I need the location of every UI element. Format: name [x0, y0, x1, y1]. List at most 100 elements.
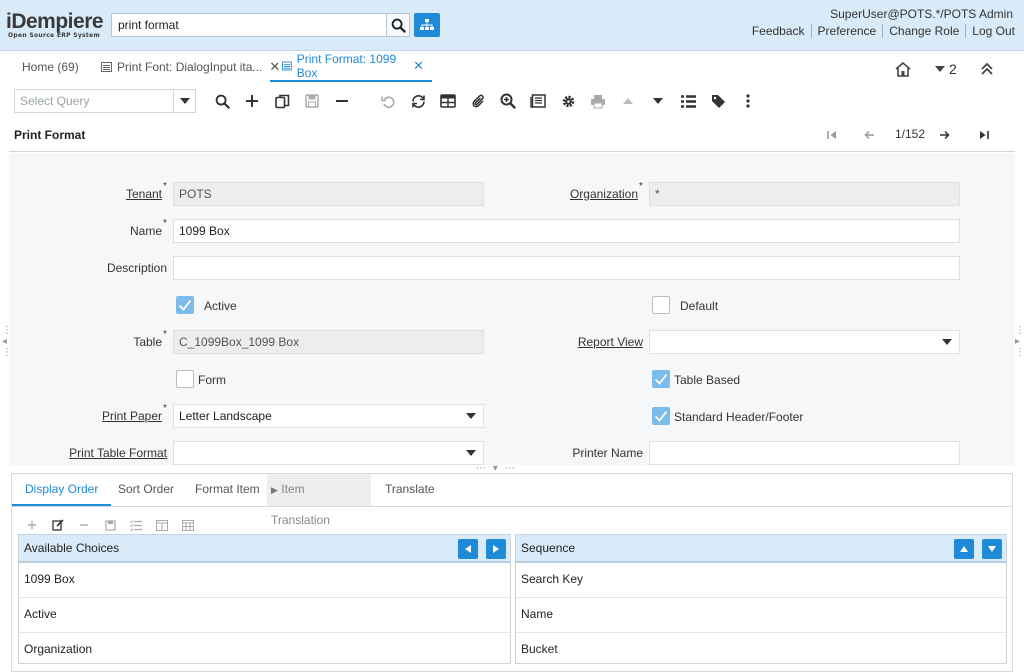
tab-sort-order[interactable]: Sort Order: [105, 474, 187, 506]
previous-record-button[interactable]: [864, 130, 875, 140]
refresh-button[interactable]: [408, 91, 428, 111]
process-button[interactable]: [558, 91, 578, 111]
close-icon[interactable]: ✕: [413, 58, 424, 74]
report-view-label[interactable]: Report View: [578, 335, 643, 349]
tab-print-font[interactable]: Print Font: DialogInput ita... ✕: [99, 52, 280, 82]
report-icon: [530, 94, 546, 108]
print-paper-dropdown[interactable]: [459, 405, 483, 427]
window-list-dropdown[interactable]: 2: [934, 59, 957, 79]
print-table-format-dropdown[interactable]: [459, 442, 483, 464]
organization-label[interactable]: Organization: [570, 187, 638, 201]
detail-edit-button[interactable]: [51, 518, 65, 532]
detail-process-button[interactable]: [129, 518, 143, 532]
first-record-button[interactable]: [827, 130, 837, 140]
change-role-link[interactable]: Change Role: [883, 24, 967, 38]
idempiere-logo[interactable]: iDempiere Open Source ERP System: [6, 11, 108, 39]
table-based-checkbox[interactable]: [652, 370, 670, 388]
query-placeholder: Select Query: [20, 94, 90, 108]
detail-form-toggle[interactable]: [155, 518, 169, 532]
minus-icon: [80, 524, 88, 526]
grid-toggle-button[interactable]: [438, 91, 458, 111]
active-label: Active: [204, 299, 237, 313]
list-item[interactable]: Active: [19, 598, 510, 633]
list-item[interactable]: Name: [516, 598, 1006, 633]
tenant-label[interactable]: Tenant: [126, 187, 162, 201]
more-options-button[interactable]: [738, 91, 758, 111]
detail-delete-button[interactable]: [77, 518, 91, 532]
active-checkbox[interactable]: [176, 296, 194, 314]
report-button[interactable]: [528, 91, 548, 111]
menu-tree-button[interactable]: [414, 13, 440, 37]
report-view-dropdown[interactable]: [935, 331, 959, 353]
move-up-button[interactable]: [954, 539, 974, 559]
window-toolbar: Select Query: [0, 86, 1024, 118]
preference-link[interactable]: Preference: [812, 24, 884, 38]
list-item[interactable]: Search Key: [516, 563, 1006, 598]
tab-home[interactable]: Home (69): [11, 52, 90, 82]
tab-translate[interactable]: Translate: [372, 474, 448, 506]
organization-field[interactable]: *: [649, 182, 960, 206]
move-right-button[interactable]: [486, 539, 506, 559]
new-record-button[interactable]: [242, 91, 262, 111]
tab-print-format[interactable]: Print Format: 1099 Box ✕: [270, 52, 432, 82]
global-search-input[interactable]: print format: [111, 13, 387, 37]
window-tabs: Home (69) Print Font: DialogInput ita...…: [0, 52, 1024, 84]
detail-grid-toggle[interactable]: [181, 518, 195, 532]
save-button[interactable]: [302, 91, 322, 111]
print-paper-label[interactable]: Print Paper: [102, 409, 162, 423]
list-item[interactable]: Bucket: [516, 633, 1006, 663]
move-down-button[interactable]: [982, 539, 1002, 559]
find-button[interactable]: [212, 91, 232, 111]
tag-icon: [711, 94, 725, 108]
list-button[interactable]: [678, 91, 698, 111]
standard-header-footer-checkbox[interactable]: [652, 407, 670, 425]
delete-button[interactable]: [332, 91, 352, 111]
print-button[interactable]: [588, 91, 608, 111]
detail-record-button[interactable]: [648, 91, 668, 111]
report-view-select[interactable]: [649, 330, 960, 354]
form-checkbox[interactable]: [176, 370, 194, 388]
feedback-link[interactable]: Feedback: [746, 24, 812, 38]
next-record-button[interactable]: [939, 130, 950, 140]
table-icon: [182, 519, 194, 531]
zoom-across-button[interactable]: [498, 91, 518, 111]
tab-item-translation[interactable]: ▶ Item Translation: [267, 474, 371, 527]
print-table-format-label[interactable]: Print Table Format: [69, 446, 167, 460]
window-title-bar: Print Format 1/152: [9, 121, 1015, 152]
logout-link[interactable]: Log Out: [966, 24, 1015, 38]
undo-button[interactable]: [378, 91, 398, 111]
default-checkbox[interactable]: [652, 296, 670, 314]
undo-icon: [380, 95, 394, 108]
last-page-icon: [980, 131, 989, 139]
description-field[interactable]: [173, 256, 960, 280]
last-record-button[interactable]: [979, 130, 989, 140]
table-field[interactable]: C_1099Box_1099 Box: [173, 330, 484, 354]
search-button[interactable]: [386, 13, 410, 37]
query-dropdown-button[interactable]: [173, 90, 195, 112]
list-item[interactable]: Organization: [19, 633, 510, 663]
printer-name-field[interactable]: [649, 441, 960, 465]
attachment-button[interactable]: [468, 91, 488, 111]
left-collapse-handle[interactable]: ⋮ ◂ ⋮: [2, 325, 12, 358]
copy-record-button[interactable]: [272, 91, 292, 111]
right-collapse-handle[interactable]: ⋮ ▸ ⋮: [1015, 325, 1024, 358]
detail-save-button[interactable]: [103, 518, 117, 532]
select-query-combo[interactable]: Select Query: [14, 89, 196, 113]
print-table-format-select[interactable]: [173, 441, 484, 465]
checklist-icon: [130, 519, 142, 531]
name-field[interactable]: 1099 Box: [173, 219, 960, 243]
detail-new-button[interactable]: [25, 518, 39, 532]
collapse-header-button[interactable]: [980, 59, 994, 79]
home-button[interactable]: [894, 59, 912, 79]
move-left-button[interactable]: [458, 539, 478, 559]
print-paper-select[interactable]: Letter Landscape: [173, 404, 484, 428]
parent-record-button[interactable]: [618, 91, 638, 111]
tab-display-order[interactable]: Display Order: [12, 474, 112, 506]
tab-format-item[interactable]: Format Item: [182, 474, 273, 506]
caret-left-icon: [465, 545, 471, 553]
tenant-field[interactable]: POTS: [173, 182, 484, 206]
more-vertical-icon: [746, 94, 750, 108]
list-item[interactable]: 1099 Box: [19, 563, 510, 598]
printer-name-label: Printer Name: [572, 446, 643, 460]
label-button[interactable]: [708, 91, 728, 111]
